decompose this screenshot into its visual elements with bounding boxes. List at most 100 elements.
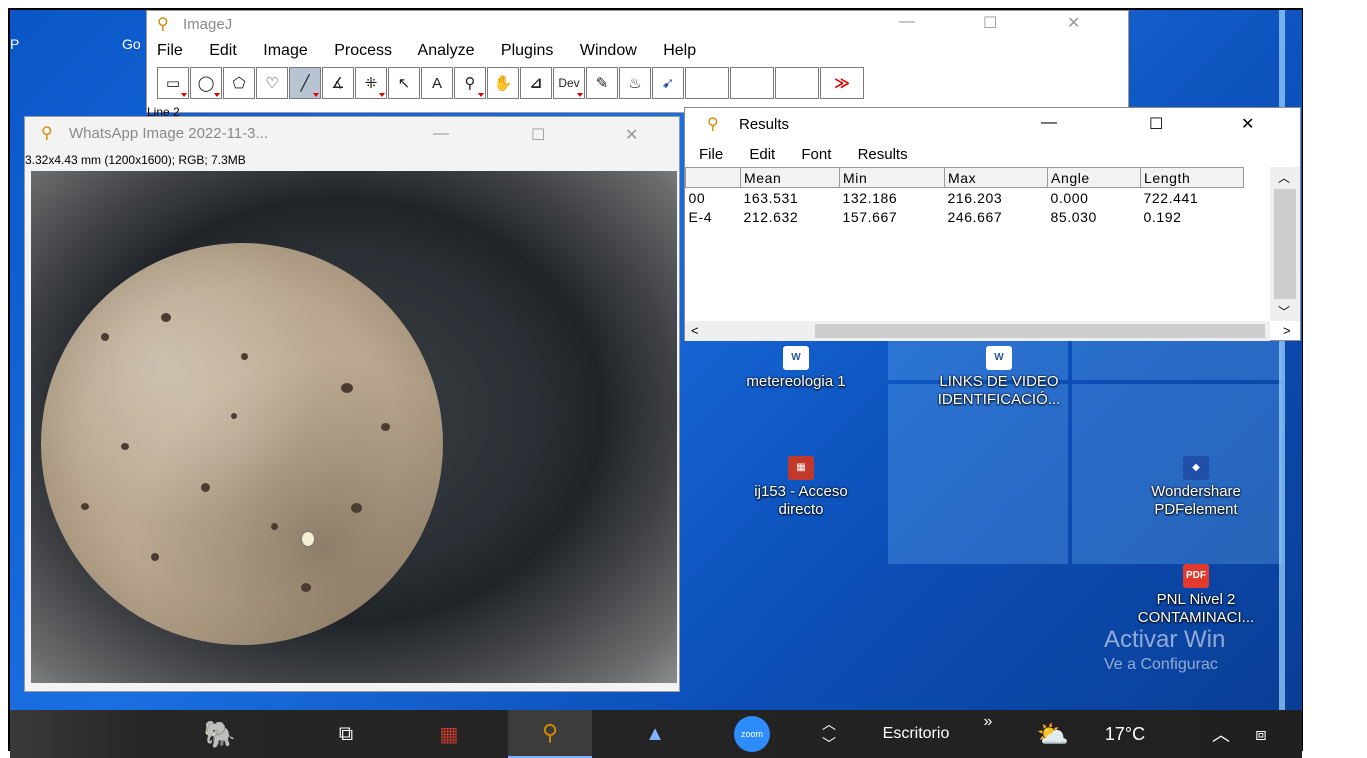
- table-row[interactable]: 00 163.531 132.186 216.203 0.000 722.441: [686, 188, 1244, 208]
- menu-process[interactable]: Process: [334, 42, 392, 59]
- desktop-icon-label: PNL Nivel 2: [1156, 591, 1236, 608]
- results-header-row: Mean Min Max Angle Length: [685, 167, 1244, 188]
- network-icon[interactable]: ⧈: [1246, 710, 1276, 758]
- oval-tool-icon[interactable]: ◯: [190, 67, 222, 99]
- table-cell: 163.531: [743, 189, 799, 206]
- results-menu-results[interactable]: Results: [858, 146, 908, 163]
- line-selection-marker[interactable]: [301, 531, 315, 547]
- horizontal-scrollbar[interactable]: < >: [685, 321, 1291, 341]
- freehand-tool-icon[interactable]: ♡: [256, 67, 288, 99]
- results-menu-font[interactable]: Font: [801, 146, 831, 163]
- microscope-icon: ⚲: [41, 125, 53, 142]
- more-tools-button[interactable]: ≫: [820, 67, 864, 99]
- column-header: [685, 167, 741, 188]
- image-canvas[interactable]: [31, 171, 677, 683]
- line-tool-icon[interactable]: ╱: [289, 67, 321, 99]
- desktop-icon-links-video[interactable]: W LINKS DE VIDEO IDENTIFICACIÓ...: [906, 346, 1092, 409]
- flood-fill-tool-icon[interactable]: ♨: [619, 67, 651, 99]
- temperature[interactable]: 17°C: [1090, 710, 1160, 758]
- angle-tool-icon[interactable]: ∡: [322, 67, 354, 99]
- scroll-thumb[interactable]: [815, 324, 1265, 338]
- desktop-toolbar-label[interactable]: Escritorio: [868, 710, 964, 758]
- chevron-right-icon[interactable]: >: [1283, 323, 1291, 338]
- taskbar-wallpaper-thumbnail[interactable]: 🐘: [160, 710, 280, 758]
- maximize-icon[interactable]: ☐: [1149, 114, 1163, 134]
- word-doc-icon: W: [986, 346, 1012, 370]
- desktop-icon-label: Wondershare: [1151, 483, 1241, 500]
- menu-file[interactable]: File: [157, 42, 183, 59]
- results-window: ⚲ Results — ☐ ✕ File Edit Font Results M…: [684, 107, 1301, 341]
- color-picker-icon[interactable]: ⊿: [520, 67, 552, 99]
- minimize-icon[interactable]: —: [899, 13, 915, 31]
- microscope-icon: ⚲: [707, 116, 719, 133]
- zoom-label: zoom: [734, 716, 770, 752]
- menu-window[interactable]: Window: [580, 42, 637, 59]
- toolbar-expand-chevron[interactable]: »: [978, 698, 998, 746]
- dev-menu-button[interactable]: Dev: [553, 67, 585, 99]
- chevron-up-icon[interactable]: ︿: [822, 714, 836, 734]
- chevron-down-icon[interactable]: ﹀: [1278, 303, 1290, 320]
- close-icon[interactable]: ✕: [1067, 13, 1080, 33]
- table-row[interactable]: E-4 212.632 157.667 246.667 85.030 0.192: [686, 207, 1244, 226]
- imagej-taskbar-icon[interactable]: ⚲: [508, 710, 592, 758]
- word-doc-icon: W: [783, 346, 809, 370]
- desktop-icon-metereologia[interactable]: W metereologia 1: [716, 346, 876, 391]
- taskbar-scroll-arrows[interactable]: ︿ ﹀: [816, 710, 842, 758]
- close-icon[interactable]: ✕: [1241, 114, 1254, 134]
- winrar-taskbar-icon[interactable]: ▦: [424, 710, 474, 758]
- pdf-file-icon: PDF: [1183, 564, 1209, 588]
- arrow-tool-icon[interactable]: ➹: [652, 67, 684, 99]
- empty-tool-slot[interactable]: [685, 67, 729, 99]
- menu-help[interactable]: Help: [663, 42, 696, 59]
- point-tool-icon[interactable]: ⁜: [355, 67, 387, 99]
- minimize-icon[interactable]: —: [433, 125, 449, 143]
- zoom-taskbar-icon[interactable]: zoom: [722, 710, 782, 758]
- menu-analyze[interactable]: Analyze: [418, 42, 475, 59]
- system-tray-chevron-icon[interactable]: ︿: [1206, 710, 1236, 758]
- dev-label: Dev: [558, 76, 580, 90]
- desktop-icon-wondershare[interactable]: ◆ Wondershare PDFelement: [1116, 456, 1276, 519]
- chevron-up-icon[interactable]: ︿: [1278, 169, 1290, 186]
- table-cell: 00: [688, 189, 706, 206]
- maximize-icon[interactable]: ☐: [531, 125, 545, 145]
- magnifier-tool-icon[interactable]: ⚲: [454, 67, 486, 99]
- table-cell: 85.030: [1050, 208, 1097, 225]
- empty-tool-slot[interactable]: [730, 67, 774, 99]
- hand-tool-icon[interactable]: ✋: [487, 67, 519, 99]
- desktop-icon-ij153[interactable]: ▦ ij153 - Acceso directo: [716, 456, 886, 519]
- chevron-down-icon[interactable]: ﹀: [822, 734, 836, 754]
- desktop-icon-label: CONTAMINACI...: [1137, 609, 1255, 626]
- desktop-icon-pnl[interactable]: PDF PNL Nivel 2 CONTAMINACI...: [1106, 564, 1286, 627]
- imagej-titlebar[interactable]: ⚲ ImageJ — ☐ ✕: [147, 11, 1128, 35]
- windows-logo-pane: [888, 384, 1068, 564]
- weather-icon[interactable]: ⛅: [1028, 710, 1078, 758]
- imagej-menubar: File Edit Image Process Analyze Plugins …: [157, 42, 718, 60]
- desktop-icon-label: directo: [778, 501, 824, 518]
- photos-taskbar-icon[interactable]: ▲: [630, 710, 680, 758]
- task-view-icon[interactable]: ⧉: [326, 710, 366, 758]
- brush-tool-icon[interactable]: ✎: [586, 67, 618, 99]
- image-info: 3.32x4.43 mm (1200x1600); RGB; 7.3MB: [25, 153, 246, 167]
- results-menu-edit[interactable]: Edit: [749, 146, 775, 163]
- table-cell: 212.632: [743, 208, 799, 225]
- text-tool-icon[interactable]: A: [421, 67, 453, 99]
- empty-tool-slot[interactable]: [775, 67, 819, 99]
- maximize-icon[interactable]: ☐: [983, 13, 997, 33]
- desktop-icon-label: metereologia 1: [746, 373, 846, 390]
- results-menu-file[interactable]: File: [699, 146, 723, 163]
- rectangle-tool-icon[interactable]: ▭: [157, 67, 189, 99]
- results-table[interactable]: Mean Min Max Angle Length 00 163.531 132…: [685, 167, 1244, 226]
- wand-tool-icon[interactable]: ↖: [388, 67, 420, 99]
- scroll-thumb[interactable]: [1274, 189, 1296, 299]
- microscope-specimen-view: [41, 243, 443, 645]
- close-icon[interactable]: ✕: [625, 125, 638, 145]
- table-cell: 132.186: [842, 189, 898, 206]
- menu-plugins[interactable]: Plugins: [501, 42, 553, 59]
- polygon-tool-icon[interactable]: ⬠: [223, 67, 255, 99]
- chevron-left-icon[interactable]: <: [691, 323, 699, 338]
- activate-windows-subtext: Ve a Configurac: [1104, 656, 1218, 673]
- minimize-icon[interactable]: —: [1041, 114, 1057, 132]
- menu-edit[interactable]: Edit: [209, 42, 237, 59]
- vertical-scrollbar[interactable]: ︿ ﹀: [1270, 167, 1300, 321]
- menu-image[interactable]: Image: [263, 42, 307, 59]
